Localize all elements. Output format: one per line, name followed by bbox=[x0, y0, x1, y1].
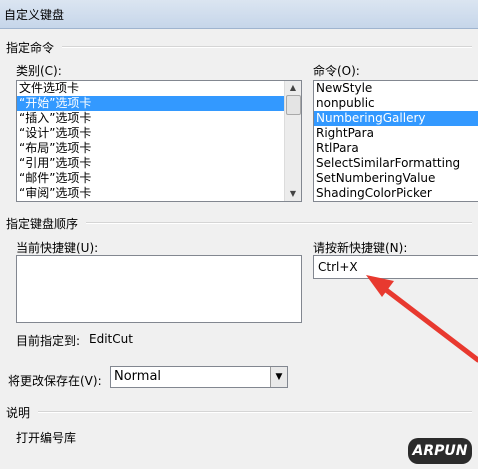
annotation-arrow-icon bbox=[366, 275, 478, 363]
watermark-logo: ARPUN bbox=[408, 438, 472, 464]
